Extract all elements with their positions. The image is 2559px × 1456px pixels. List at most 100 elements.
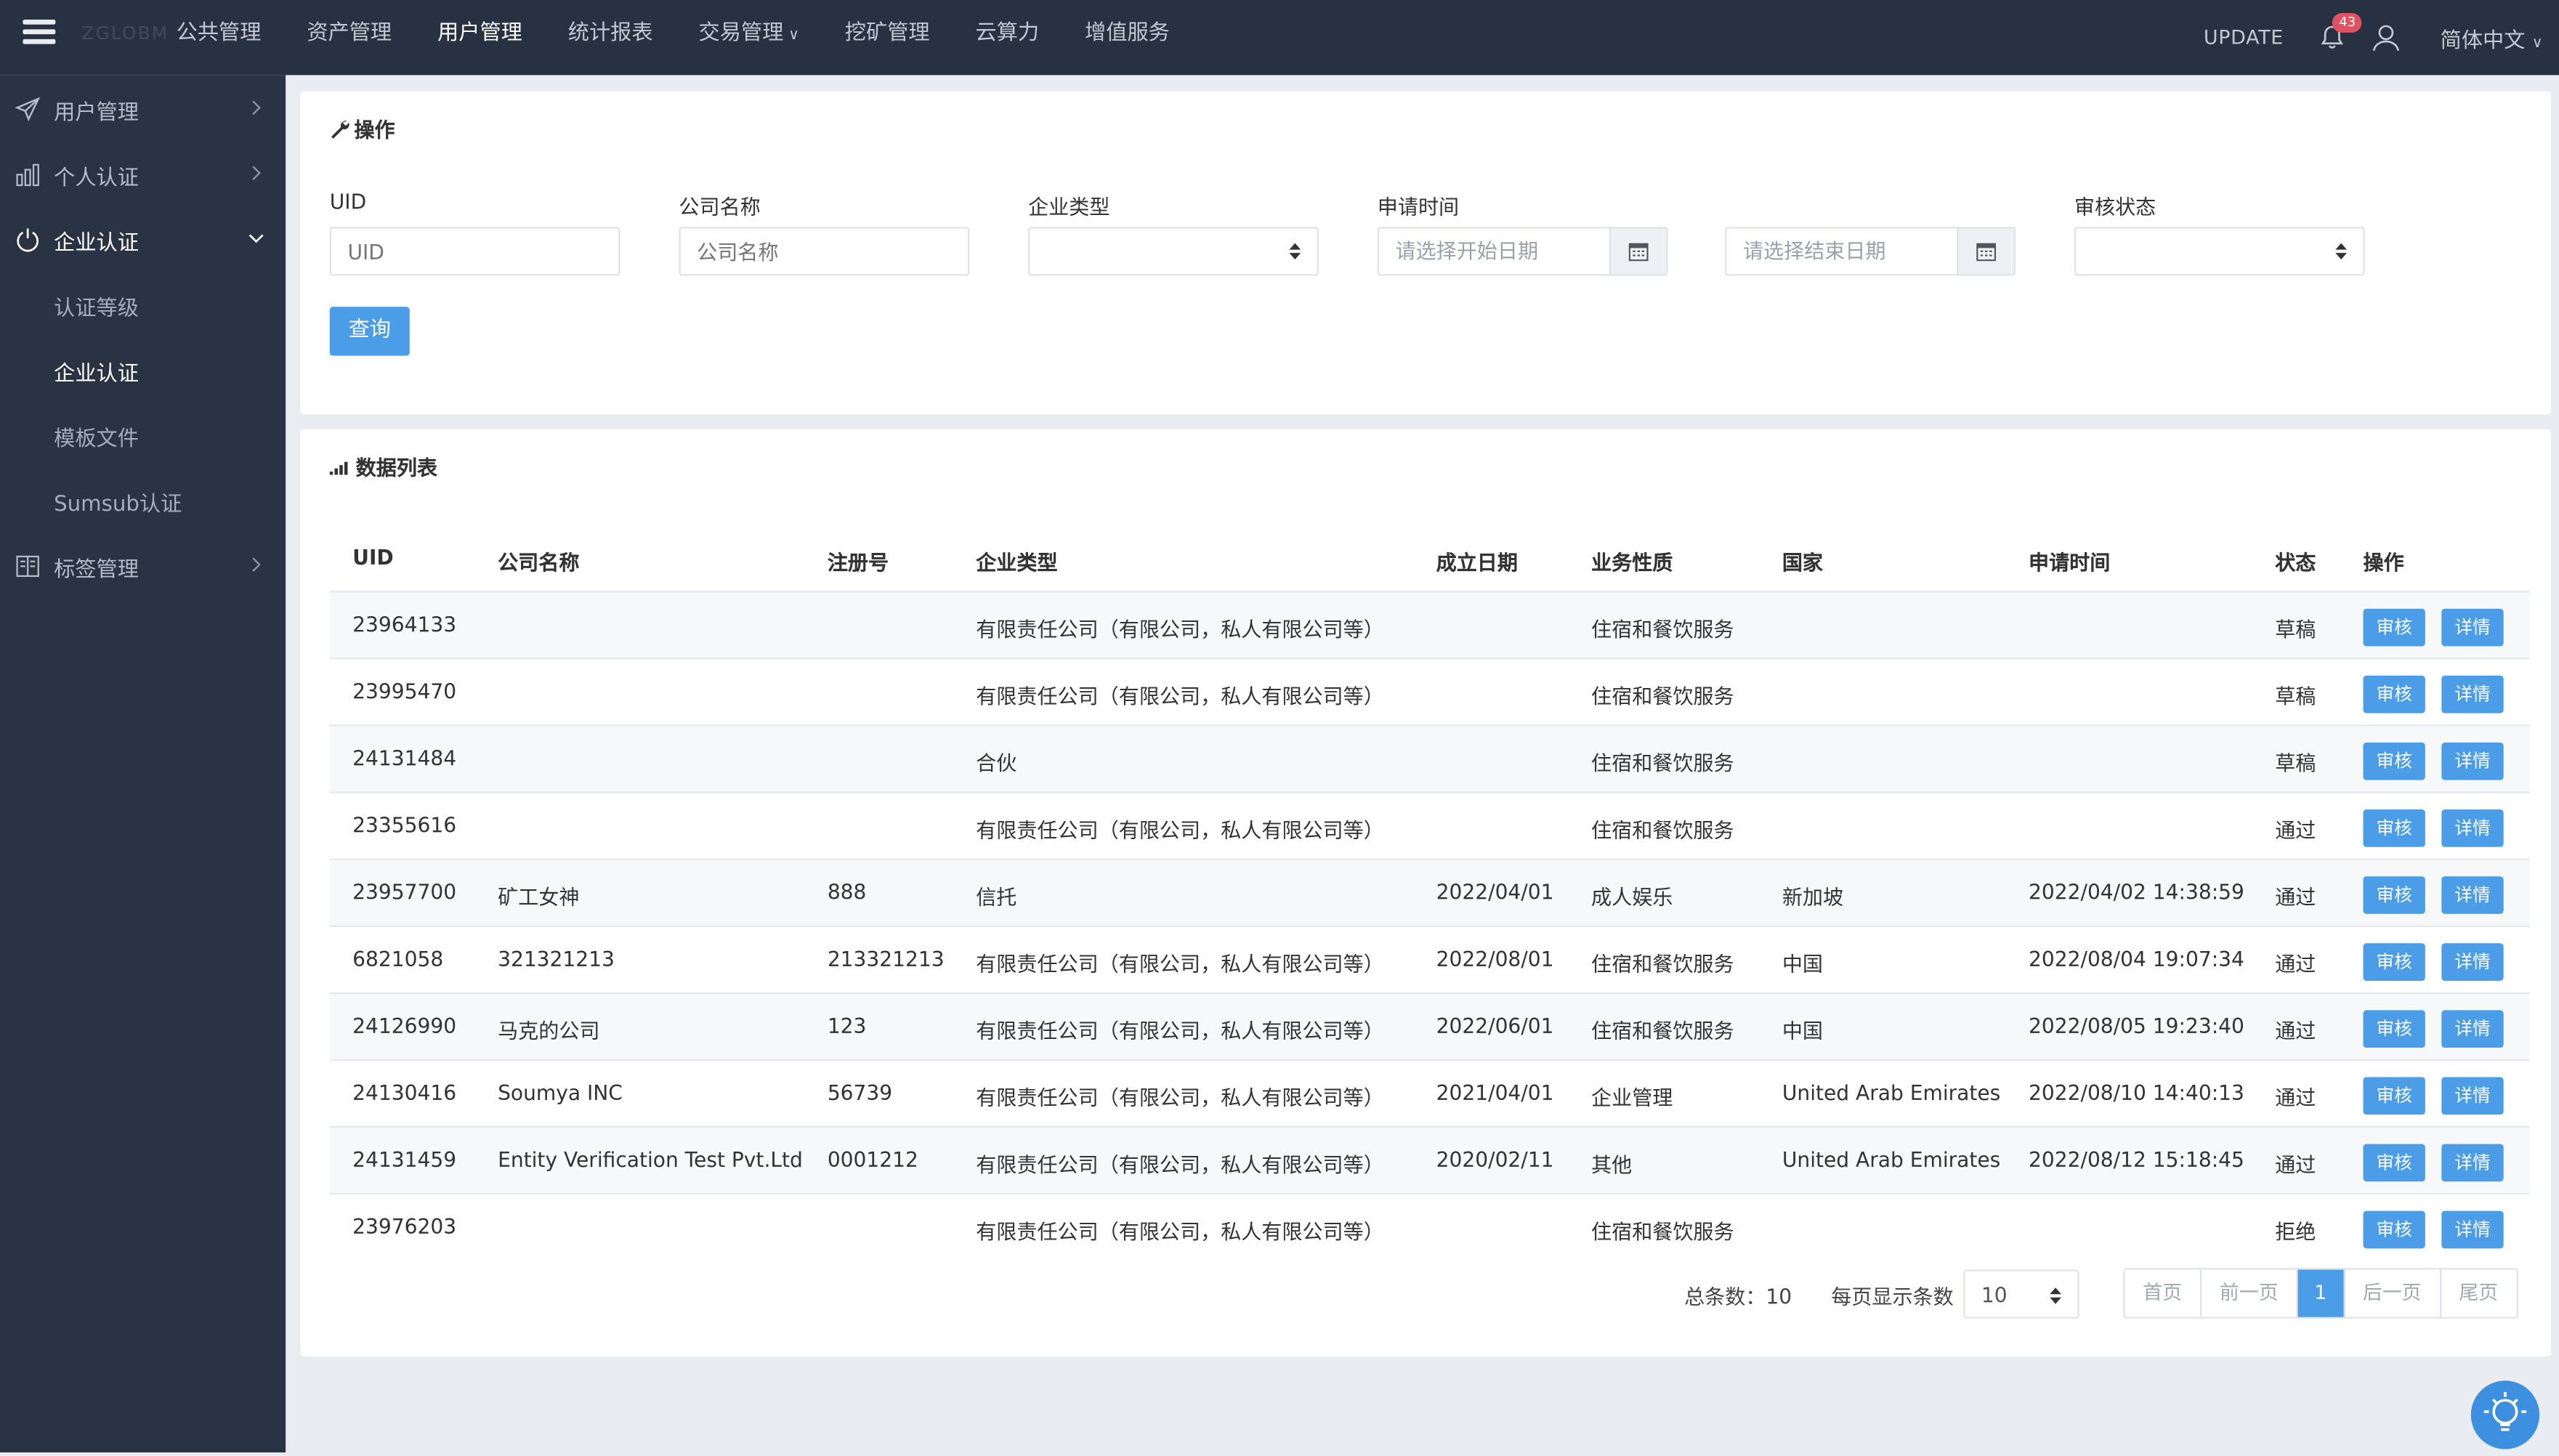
- sidebar-item-tag-mgmt[interactable]: 标签管理: [0, 534, 286, 599]
- cell-founded: 2022/08/01: [1436, 946, 1554, 971]
- sidebar-subitem-level[interactable]: 认证等级: [0, 272, 339, 338]
- sidebar-subitem-sumsub[interactable]: Sumsub认证: [0, 469, 339, 534]
- detail-button[interactable]: 详情: [2441, 675, 2504, 713]
- cell-company: 马克的公司: [498, 1018, 600, 1043]
- detail-button[interactable]: 详情: [2441, 809, 2504, 847]
- topnav-reports[interactable]: 统计报表: [545, 0, 676, 75]
- cell-status: 通过: [2275, 817, 2316, 843]
- cell-uid: 23964133: [352, 612, 457, 637]
- topnav-public[interactable]: 公共管理: [153, 0, 284, 75]
- th-actions: 操作: [2363, 549, 2404, 575]
- lightbulb-button[interactable]: [2470, 1380, 2540, 1449]
- calendar-addon[interactable]: [1957, 228, 2014, 275]
- cell-uid: 24130416: [352, 1080, 457, 1105]
- topnav-cloud[interactable]: 云算力: [953, 0, 1062, 75]
- table-row: 23957700 矿工女神 888 信托 2022/04/01 成人娱乐 新加坡 2022/0…: [329, 858, 2530, 926]
- language-select[interactable]: 简体中文 ∨: [2441, 22, 2543, 53]
- sidebar-item-label: 企业认证: [54, 230, 139, 256]
- cell-business: 住宿和餐饮服务: [1591, 951, 1734, 976]
- end-date-input[interactable]: 请选择结束日期: [1725, 227, 2016, 276]
- sidebar-item-label: 用户管理: [54, 100, 139, 125]
- sidebar-subitem-enterprise[interactable]: 企业认证: [0, 338, 339, 403]
- start-date-input[interactable]: 请选择开始日期: [1377, 227, 1668, 276]
- cell-uid: 23976203: [352, 1214, 457, 1239]
- review-button[interactable]: 审核: [2363, 1010, 2425, 1048]
- chevron-down-icon: ∨: [788, 28, 799, 44]
- page-last[interactable]: 尾页: [2441, 1270, 2516, 1317]
- table-row: 23976203 有限责任公司（有限公司，私人有限公司等） 住宿和餐饮服务 拒绝 审核详…: [329, 1192, 2530, 1260]
- cell-country: 新加坡: [1782, 884, 1844, 910]
- query-button[interactable]: 查询: [329, 307, 410, 356]
- sidebar-subitem-template[interactable]: 模板文件: [0, 403, 339, 469]
- cell-reg-no: 123: [827, 1013, 867, 1038]
- cell-status: 通过: [2275, 1018, 2316, 1043]
- table-row: 23995470 有限责任公司（有限公司，私人有限公司等） 住宿和餐饮服务 草稿 审核详…: [329, 658, 2530, 724]
- topnav-assets[interactable]: 资产管理: [284, 0, 415, 75]
- detail-button[interactable]: 详情: [2441, 1210, 2504, 1249]
- cell-country: 中国: [1782, 1018, 1824, 1043]
- sidebar-item-personal-auth[interactable]: 个人认证: [0, 142, 286, 207]
- detail-button[interactable]: 详情: [2441, 608, 2504, 647]
- topnav-users[interactable]: 用户管理: [415, 0, 546, 75]
- cell-business: 住宿和餐饮服务: [1591, 1218, 1734, 1244]
- update-link[interactable]: UPDATE: [2204, 26, 2284, 49]
- detail-button[interactable]: 详情: [2441, 743, 2504, 780]
- menu-toggle-icon[interactable]: [23, 19, 56, 52]
- page-current[interactable]: 1: [2297, 1269, 2345, 1317]
- uid-input[interactable]: [329, 227, 620, 276]
- cell-type: 有限责任公司（有限公司，私人有限公司等）: [976, 817, 1384, 843]
- company-input[interactable]: [679, 227, 970, 276]
- cell-type: 合伙: [976, 751, 1017, 775]
- cell-apply-time: 2022/08/05 19:23:40: [2029, 1013, 2244, 1038]
- review-button[interactable]: 审核: [2363, 743, 2425, 780]
- th-reg-no: 注册号: [827, 549, 889, 575]
- calendar-icon: [1628, 243, 1649, 262]
- detail-button[interactable]: 详情: [2441, 943, 2504, 981]
- cell-type: 有限责任公司（有限公司，私人有限公司等）: [976, 1218, 1384, 1244]
- topnav-mining[interactable]: 挖矿管理: [822, 0, 953, 75]
- user-icon[interactable]: [2372, 23, 2401, 52]
- review-button[interactable]: 审核: [2363, 1210, 2425, 1249]
- cell-status: 草稿: [2275, 751, 2316, 775]
- page-prev[interactable]: 前一页: [2202, 1269, 2298, 1317]
- topnav-trading[interactable]: 交易管理 ∨: [676, 0, 822, 75]
- detail-button[interactable]: 详情: [2441, 1144, 2504, 1182]
- cell-uid: 6821058: [352, 946, 444, 971]
- sort-caret-icon: [2050, 1287, 2061, 1304]
- cell-company: 矿工女神: [498, 884, 580, 910]
- review-button[interactable]: 审核: [2363, 809, 2425, 847]
- review-button[interactable]: 审核: [2363, 1077, 2425, 1115]
- page-first[interactable]: 首页: [2125, 1269, 2202, 1317]
- th-company: 公司名称: [498, 549, 580, 575]
- power-icon: [17, 228, 39, 252]
- table-row: 24131459 Entity Verification Test Pvt.Ltd…: [329, 1125, 2530, 1193]
- status-select[interactable]: [2074, 227, 2365, 276]
- th-country: 国家: [1782, 549, 1824, 575]
- sidebar-item-label: 标签管理: [54, 557, 139, 582]
- type-select[interactable]: [1028, 227, 1319, 276]
- top-nav: 公共管理 资产管理 用户管理 统计报表 交易管理 ∨ 挖矿管理 云算力 增值服务: [153, 0, 1192, 75]
- start-date-placeholder: 请选择开始日期: [1395, 238, 1539, 263]
- review-button[interactable]: 审核: [2363, 876, 2425, 914]
- page-next[interactable]: 后一页: [2345, 1269, 2441, 1317]
- review-button[interactable]: 审核: [2363, 608, 2425, 647]
- cell-reg-no: 0001212: [827, 1147, 918, 1172]
- review-button[interactable]: 审核: [2363, 1144, 2425, 1182]
- detail-button[interactable]: 详情: [2441, 1077, 2504, 1115]
- language-label: 简体中文: [2440, 28, 2526, 54]
- cell-status: 通过: [2275, 951, 2316, 976]
- cell-uid: 23995470: [352, 679, 457, 704]
- calendar-addon[interactable]: [1609, 228, 1667, 275]
- review-button[interactable]: 审核: [2363, 943, 2425, 981]
- time-label: 申请时间: [1377, 194, 1460, 219]
- topnav-value-added[interactable]: 增值服务: [1062, 0, 1193, 75]
- cell-business: 企业管理: [1591, 1085, 1673, 1110]
- review-button[interactable]: 审核: [2363, 675, 2425, 713]
- detail-button[interactable]: 详情: [2441, 1010, 2504, 1048]
- detail-button[interactable]: 详情: [2441, 876, 2504, 914]
- sidebar-item-enterprise-auth[interactable]: 企业认证: [0, 207, 286, 272]
- cell-country: United Arab Emirates: [1782, 1080, 2001, 1105]
- sidebar-item-user-mgmt[interactable]: 用户管理: [0, 77, 286, 142]
- per-page-select[interactable]: 10: [1963, 1269, 2079, 1319]
- bell-icon[interactable]: 43: [2319, 12, 2363, 51]
